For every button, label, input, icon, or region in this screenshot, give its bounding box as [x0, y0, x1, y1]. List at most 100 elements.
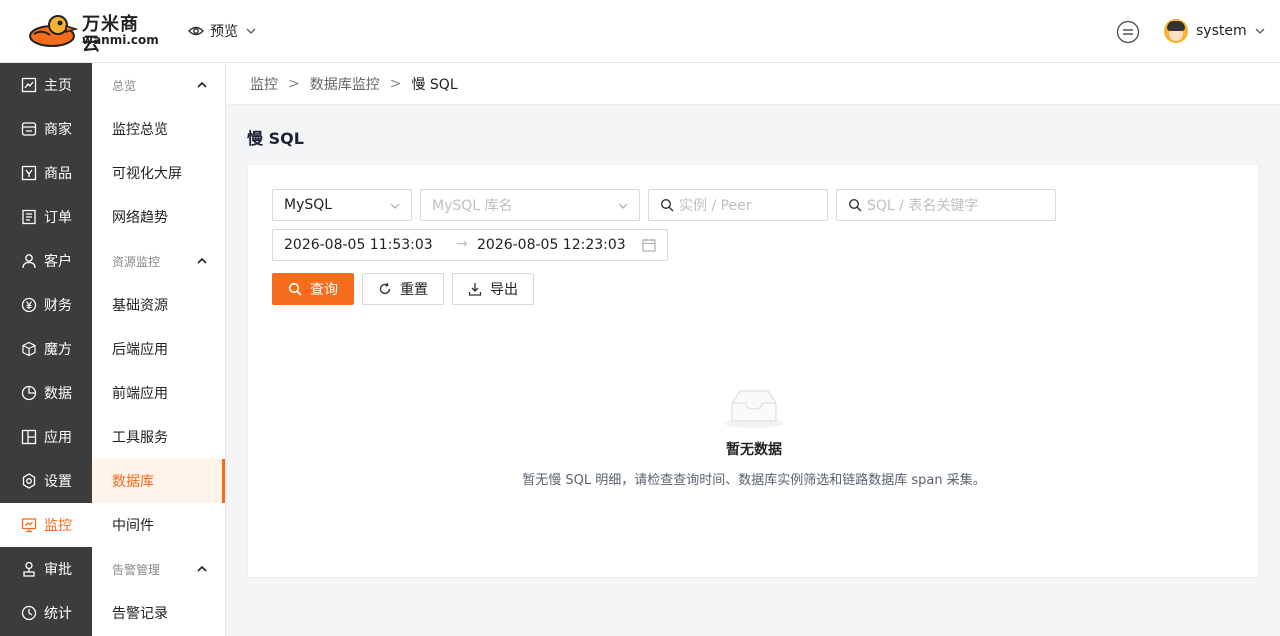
stats-icon: [21, 605, 37, 621]
empty-title: 暂无数据: [726, 442, 782, 458]
breadcrumb-item-monitor[interactable]: 监控: [250, 74, 278, 94]
breadcrumb-item-current: 慢 SQL: [411, 76, 458, 93]
chevron-down-icon: [1255, 28, 1265, 34]
nav-item-customer[interactable]: 客户: [0, 239, 92, 283]
slow-sql-panel: MySQL MySQL 库名 实例 / Peer SQL / 表名关键字 202…: [247, 164, 1259, 578]
date-range-picker[interactable]: 2026-08-05 11:53:03 → 2026-08-05 12:23:0…: [272, 229, 668, 261]
nav-item-order[interactable]: 订单: [0, 195, 92, 239]
chevron-up-icon: [197, 81, 207, 88]
empty-inbox-icon: [724, 390, 784, 428]
dashboard-icon: [21, 77, 37, 93]
user-icon: [22, 254, 36, 269]
avatar: [1164, 19, 1188, 43]
subnav-group-label: 总览: [112, 78, 137, 93]
breadcrumb-separator: >: [288, 75, 300, 92]
date-end: 2026-08-05 12:23:03: [477, 237, 626, 253]
message-icon[interactable]: [1116, 20, 1140, 44]
export-button[interactable]: 导出: [452, 273, 534, 305]
breadcrumb-item-db-monitor[interactable]: 数据库监控: [310, 74, 380, 94]
db-type-value: MySQL: [284, 197, 333, 213]
subnav-group-overview[interactable]: 总览: [92, 63, 225, 107]
sql-search-input[interactable]: SQL / 表名关键字: [836, 189, 1056, 221]
chevron-up-icon: [197, 257, 207, 264]
nav-item-monitor[interactable]: 监控: [0, 503, 92, 547]
breadcrumb-separator: >: [389, 75, 402, 92]
nav-item-data[interactable]: 数据: [0, 371, 92, 415]
approve-icon: [23, 561, 35, 577]
user-name: system: [1196, 23, 1247, 39]
pie-icon: [21, 385, 37, 401]
user-menu[interactable]: system: [1164, 18, 1265, 44]
subnav-item-alert-record[interactable]: 告警记录: [92, 591, 225, 635]
gear-icon: [22, 473, 36, 489]
nav-label: 设置: [44, 474, 72, 490]
nav-item-app[interactable]: 应用: [0, 415, 92, 459]
brand-name-en: wanmi.com: [82, 33, 159, 47]
date-start: 2026-08-05 11:53:03: [284, 237, 433, 253]
sql-placeholder: SQL / 表名关键字: [867, 198, 979, 214]
instance-search-input[interactable]: 实例 / Peer: [648, 189, 828, 221]
preview-label: 预览: [210, 24, 238, 40]
subnav-item-basic-resource[interactable]: 基础资源: [92, 283, 225, 327]
eye-icon: [188, 26, 204, 36]
db-name-select[interactable]: MySQL 库名: [420, 189, 640, 221]
query-button[interactable]: 查询: [272, 273, 354, 305]
brand-logo[interactable]: 万米商云 wanmi.com: [28, 14, 159, 55]
nav-label: 主页: [44, 78, 72, 94]
nav-label: 审批: [44, 562, 72, 578]
subnav-item-monitor-overview[interactable]: 监控总览: [92, 107, 225, 151]
yen-icon: [21, 297, 37, 313]
empty-state: 暂无数据 暂无慢 SQL 明细，请检查查询时间、数据库实例筛选和链路数据库 sp…: [248, 387, 1260, 488]
primary-nav: 主页 商家 商品 订单 客户 财务 魔方 数据 应用 设置 监控 审批 统计: [0, 63, 92, 636]
db-name-placeholder: MySQL 库名: [432, 198, 513, 214]
monitor-icon: [21, 518, 37, 533]
chevron-down-icon: [246, 28, 256, 34]
subnav-item-database[interactable]: 数据库: [92, 459, 225, 503]
date-range-separator: →: [456, 236, 468, 252]
nav-label: 数据: [44, 386, 72, 402]
subnav-item-tool-service[interactable]: 工具服务: [92, 415, 225, 459]
refresh-icon: [379, 282, 391, 295]
top-header: 万米商云 wanmi.com 预览 system: [0, 0, 1280, 63]
empty-description: 暂无慢 SQL 明细，请检查查询时间、数据库实例筛选和链路数据库 span 采集…: [522, 473, 986, 488]
cube-icon: [22, 341, 36, 357]
nav-item-home[interactable]: 主页: [0, 63, 92, 107]
calendar-icon: [642, 238, 656, 252]
instance-placeholder: 实例 / Peer: [679, 198, 752, 214]
secondary-nav: 总览 监控总览 可视化大屏 网络趋势 资源监控 基础资源 后端应用 前端应用 工…: [92, 63, 226, 636]
nav-label: 魔方: [44, 342, 72, 358]
nav-item-cube[interactable]: 魔方: [0, 327, 92, 371]
order-icon: [22, 209, 36, 225]
chevron-up-icon: [197, 565, 207, 572]
subnav-item-frontend-app[interactable]: 前端应用: [92, 371, 225, 415]
subnav-item-backend-app[interactable]: 后端应用: [92, 327, 225, 371]
app-icon: [21, 429, 37, 445]
db-type-select[interactable]: MySQL: [272, 189, 412, 221]
nav-label: 应用: [44, 430, 72, 446]
reset-button[interactable]: 重置: [362, 273, 444, 305]
chevron-down-icon: [618, 203, 628, 209]
nav-item-settings[interactable]: 设置: [0, 459, 92, 503]
nav-label: 监控: [44, 518, 72, 534]
subnav-group-alert[interactable]: 告警管理: [92, 547, 225, 591]
chevron-down-icon: [390, 203, 400, 209]
nav-item-goods[interactable]: 商品: [0, 151, 92, 195]
subnav-group-label: 资源监控: [112, 254, 161, 269]
nav-item-approve[interactable]: 审批: [0, 547, 92, 591]
search-icon: [660, 198, 674, 212]
nav-label: 财务: [44, 298, 72, 314]
subnav-group-label: 告警管理: [112, 562, 161, 577]
nav-item-stats[interactable]: 统计: [0, 591, 92, 635]
nav-item-finance[interactable]: 财务: [0, 283, 92, 327]
subnav-item-middleware[interactable]: 中间件: [92, 503, 225, 547]
subnav-item-big-screen[interactable]: 可视化大屏: [92, 151, 225, 195]
search-icon: [848, 198, 862, 212]
nav-label: 统计: [44, 606, 72, 622]
breadcrumb: 监控 > 数据库监控 > 慢 SQL: [226, 63, 1280, 105]
reset-label: 重置: [400, 282, 428, 298]
subnav-item-network-trend[interactable]: 网络趋势: [92, 195, 225, 239]
nav-item-merchant[interactable]: 商家: [0, 107, 92, 151]
subnav-group-resource[interactable]: 资源监控: [92, 239, 225, 283]
export-label: 导出: [490, 282, 518, 298]
preview-dropdown[interactable]: 预览: [188, 20, 256, 42]
